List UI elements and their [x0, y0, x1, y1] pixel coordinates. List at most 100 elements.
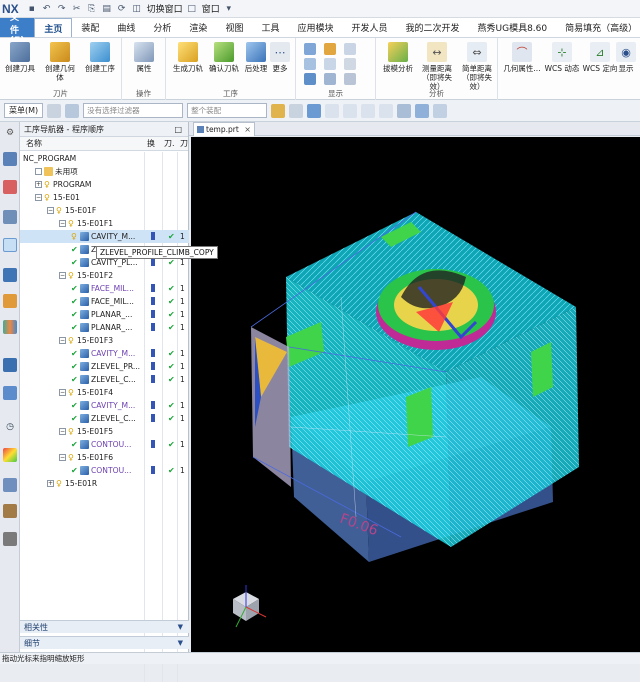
clock-icon[interactable]: ◷ — [3, 420, 17, 434]
show-button[interactable]: ◉ 显示 — [614, 42, 638, 73]
tab-analysis[interactable]: 分析 — [144, 18, 180, 37]
web-browser-icon[interactable] — [3, 386, 17, 400]
tab-applications[interactable]: 应用模块 — [288, 18, 342, 37]
tab-render[interactable]: 渲染 — [180, 18, 216, 37]
paste-icon[interactable]: ▤ — [101, 3, 113, 15]
tab-curve[interactable]: 曲线 — [108, 18, 144, 37]
display-grid-icon[interactable] — [324, 58, 336, 70]
operation-navigator-icon[interactable] — [3, 238, 17, 252]
col-tool-header[interactable]: 刀. — [164, 138, 175, 149]
midpoint-icon[interactable] — [343, 103, 358, 118]
tab-developer[interactable]: 开发人员 — [342, 18, 396, 37]
col-change-header[interactable]: 换 — [147, 138, 155, 149]
part-navigator-icon[interactable] — [3, 210, 17, 224]
snap-point-icon[interactable] — [307, 103, 322, 118]
program-row[interactable]: − ♀ 15-E01F — [20, 204, 189, 217]
program-row[interactable]: − ♀ 15-E01F2 — [20, 269, 189, 282]
program-row[interactable]: − ♀ 15-E01F5 — [20, 425, 189, 438]
select-icon[interactable] — [271, 103, 286, 118]
program-row[interactable]: + ♀ 15-E01R — [20, 477, 189, 490]
type-filter-combo[interactable]: 没有选择过滤器 — [83, 103, 184, 118]
generate-toolpath-button[interactable]: 生成刀轨 — [170, 42, 206, 73]
root-row[interactable]: NC_PROGRAM — [20, 152, 189, 165]
more-button[interactable]: ⋯ 更多 — [266, 42, 294, 73]
program-row[interactable]: 未用项 — [20, 165, 189, 178]
repeat-command-icon[interactable]: ⟳ — [116, 3, 128, 15]
properties-button[interactable]: 属性 — [126, 42, 162, 73]
history-icon[interactable] — [3, 358, 17, 372]
display-list-icon[interactable] — [344, 43, 356, 55]
switch-window-icon[interactable]: ◫ — [131, 3, 143, 15]
tab-my-dev[interactable]: 我的二次开发 — [397, 18, 469, 37]
operation-row[interactable]: ✔ CAVITY_M... ✔ 1 — [20, 347, 189, 360]
wcs-dynamic-button[interactable]: ⊹ WCS 动态 — [544, 42, 580, 73]
quadrant-icon[interactable] — [379, 103, 394, 118]
assembly-navigator-icon[interactable] — [3, 152, 17, 166]
fit-icon[interactable] — [433, 103, 448, 118]
collapse-icon[interactable]: − — [59, 454, 66, 461]
program-row[interactable]: − ♀ 15-E01F1 — [20, 217, 189, 230]
file-menu[interactable]: 文件(F) — [0, 13, 35, 46]
collapse-icon[interactable]: − — [59, 272, 66, 279]
create-operation-button[interactable]: 创建工序 — [82, 42, 118, 73]
display-tool-icon[interactable] — [304, 58, 316, 70]
operation-row[interactable]: ♀ CAVITY_M... ✔ 1 — [20, 230, 189, 243]
create-geometry-button[interactable]: 创建几何体 — [42, 42, 78, 82]
collapse-icon[interactable]: − — [59, 220, 66, 227]
palette-icon[interactable] — [3, 320, 17, 334]
snap-icon[interactable] — [65, 103, 80, 118]
draft-analysis-button[interactable]: 拔模分析 — [380, 42, 416, 73]
redo-icon[interactable]: ↷ — [56, 3, 68, 15]
operation-row[interactable]: ✔ PLANAR_... ✔ 1 — [20, 321, 189, 334]
analysis-palette-icon[interactable] — [3, 448, 17, 462]
main-menu-button[interactable]: 菜单(M) — [4, 103, 44, 118]
display-target-icon[interactable] — [344, 58, 356, 70]
col-name-header[interactable]: 名称 — [26, 138, 42, 149]
tab-view[interactable]: 视图 — [216, 18, 252, 37]
cut-icon[interactable]: ✂ — [71, 3, 83, 15]
collapse-icon[interactable]: − — [59, 428, 66, 435]
settings-icon[interactable]: ⚙ — [3, 126, 17, 140]
geometry-properties-button[interactable]: ⌒ 几何属性... — [502, 42, 542, 73]
operation-row[interactable]: ✔ FACE_MIL... ✔ 1 — [20, 282, 189, 295]
tab-tools[interactable]: 工具 — [252, 18, 288, 37]
operation-row[interactable]: ✔ CONTOU... ✔ 1 — [20, 464, 189, 477]
reuse-library-icon[interactable] — [3, 294, 17, 308]
center-icon[interactable] — [361, 103, 376, 118]
graphics-viewport[interactable]: F0.06 — [191, 137, 640, 652]
expand-icon[interactable]: + — [35, 181, 42, 188]
operation-row[interactable]: ✔ ZLEVEL_C... ✔ 1 — [20, 373, 189, 386]
program-row[interactable]: − ♀ 15-E01F3 — [20, 334, 189, 347]
display-path-icon[interactable] — [304, 73, 316, 85]
expand-icon[interactable]: + — [47, 480, 54, 487]
simple-distance-button[interactable]: ⇔ 简单距离（即将失效） — [458, 42, 496, 91]
close-icon[interactable]: × — [244, 125, 251, 134]
operation-row[interactable]: ✔ ZLEVEL_C... ✔ 1 — [20, 412, 189, 425]
save-icon[interactable]: ▪ — [26, 3, 38, 15]
measure-distance-button[interactable]: ↔ 测量距离（即将失效） — [418, 42, 456, 91]
collapse-icon[interactable] — [35, 168, 42, 175]
program-row[interactable]: − ♀ 15-E01 — [20, 191, 189, 204]
create-tool-button[interactable]: 创建刀具 — [2, 42, 38, 73]
display-layer-icon[interactable] — [324, 73, 336, 85]
display-geometry-icon[interactable] — [324, 43, 336, 55]
role-icon[interactable] — [3, 478, 17, 492]
window-icon[interactable]: □ — [186, 3, 198, 15]
col-path-header[interactable]: 刀 — [180, 138, 188, 149]
machine-tool-icon[interactable] — [3, 268, 17, 282]
system-materials-icon[interactable] — [3, 504, 17, 518]
wcs-orient-button[interactable]: ⊿ WCS 定向 — [582, 42, 618, 73]
collapse-icon[interactable]: − — [59, 389, 66, 396]
system-scenes-icon[interactable] — [3, 532, 17, 546]
program-row[interactable]: + ♀ PROGRAM — [20, 178, 189, 191]
collapse-icon[interactable]: − — [59, 337, 66, 344]
dependencies-panel[interactable]: 相关性 ▼ — [20, 620, 189, 633]
tab-assembly[interactable]: 装配 — [72, 18, 108, 37]
switch-window-button[interactable]: 切换窗口 — [147, 2, 183, 15]
document-tab[interactable]: temp.prt × — [193, 122, 255, 136]
display-mode-icon[interactable] — [304, 43, 316, 55]
operation-row[interactable]: ✔ ZLEVEL_PR... ✔ 1 — [20, 360, 189, 373]
program-row[interactable]: − ♀ 15-E01F6 — [20, 451, 189, 464]
details-panel[interactable]: 细节 ▼ — [20, 636, 189, 649]
window-menu[interactable]: 窗口 — [202, 2, 220, 15]
